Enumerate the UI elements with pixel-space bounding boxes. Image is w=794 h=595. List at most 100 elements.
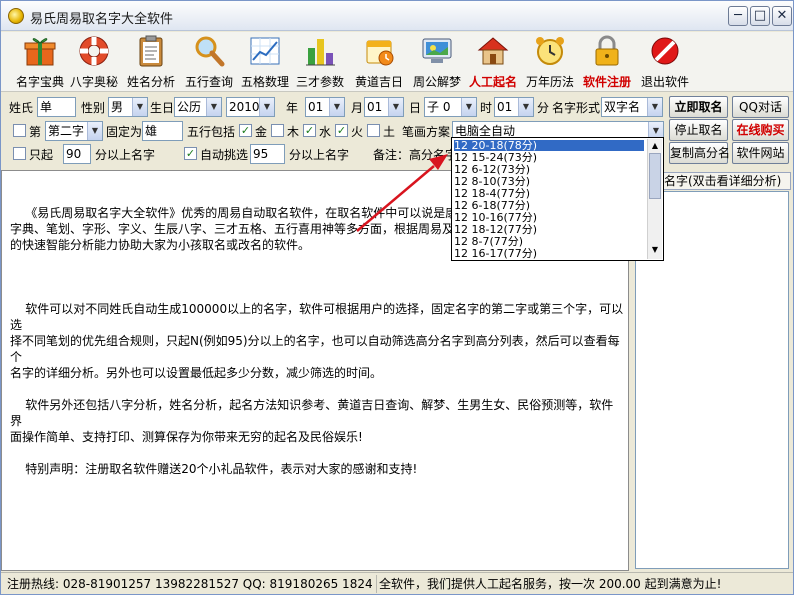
min-score-input[interactable]: 90	[63, 144, 91, 164]
surname-label: 姓氏	[9, 101, 34, 115]
toolbar-button-sancai[interactable]: 三才参数	[293, 34, 347, 90]
wuxing-checkbox-metal[interactable]: ✓	[239, 124, 252, 137]
auto-score-suffix: 分以上名字	[289, 148, 350, 162]
min-score-checkbox[interactable]	[13, 147, 26, 160]
wuxing-checkbox-fire[interactable]: ✓	[335, 124, 348, 137]
monitor-icon	[422, 38, 452, 63]
dropdown-option[interactable]: 12 18-4(77分)	[454, 188, 644, 199]
dropdown-option[interactable]: 12 16-17(77分)	[454, 248, 644, 259]
ordinal-label: 第	[29, 125, 42, 139]
gender-value: 男	[111, 100, 124, 114]
toolbar-button-register[interactable]: 软件注册	[578, 34, 636, 90]
stroke-plan-value: 电脑全自动	[455, 124, 516, 138]
name-list-tab[interactable]: 名字(双击看详细分析)	[661, 172, 791, 190]
line-chart-icon	[250, 37, 280, 65]
ordinal-checkbox[interactable]	[13, 124, 26, 137]
toolbar-label: 五行查询	[184, 75, 233, 89]
calendar-type-select[interactable]: 公历 ▼	[174, 97, 222, 117]
toolbar-button-auspicious-day[interactable]: 黄道吉日	[352, 34, 406, 90]
padlock-icon	[595, 35, 619, 66]
toolbar-button-name-analysis[interactable]: 姓名分析	[124, 34, 178, 90]
toolbar-label: 三才参数	[295, 75, 344, 89]
dropdown-option[interactable]: 12 10-16(77分)	[454, 212, 644, 223]
minute-select[interactable]: 01 ▼	[494, 97, 534, 117]
gift-box-icon	[24, 38, 56, 66]
name-now-button[interactable]: 立即取名	[669, 96, 728, 118]
fixed-label: 固定为	[106, 125, 143, 139]
minute-value: 01	[497, 100, 513, 114]
stroke-plan-dropdown-list[interactable]: 12 20-18(78分) 12 15-24(73分) 12 6-12(73分)…	[451, 137, 664, 261]
maximize-button[interactable]: □	[750, 6, 770, 26]
surname-input[interactable]: 单	[37, 97, 76, 117]
toolbar-label: 五格数理	[240, 75, 289, 89]
minimize-button[interactable]: ─	[728, 6, 748, 26]
toolbar-button-name-dictionary[interactable]: 名字宝典	[13, 34, 67, 90]
month-select[interactable]: 01 ▼	[305, 97, 345, 117]
toolbar-label: 周公解梦	[412, 75, 461, 89]
stop-naming-button[interactable]: 停止取名	[669, 119, 728, 141]
auto-select-checkbox[interactable]: ✓	[184, 147, 197, 160]
qq-chat-button[interactable]: QQ对话	[732, 96, 789, 118]
year-value: 2010	[229, 100, 260, 114]
toolbar-button-wuxing[interactable]: 五行查询	[182, 34, 236, 90]
name-form-label: 名字形式	[552, 101, 601, 115]
month-value: 01	[308, 100, 324, 114]
year-select[interactable]: 2010 ▼	[226, 97, 275, 117]
toolbar-label: 软件注册	[582, 75, 631, 89]
title-bar: 易氏周易取名字大全软件 ─ □ ✕	[1, 1, 793, 31]
toolbar-button-bazi[interactable]: 八字奥秘	[67, 34, 121, 90]
description-paragraph: 软件另外还包括八字分析，姓名分析，起名方法知识参考、黄道吉日查询、解梦、生男生女…	[10, 398, 614, 444]
hour-value: 子 0	[427, 100, 451, 114]
wuxing-checkbox-wood[interactable]	[271, 124, 284, 137]
wuxing-checkbox-earth[interactable]	[367, 124, 380, 137]
dropdown-option[interactable]: 12 6-12(73分)	[454, 164, 644, 175]
day-select[interactable]: 01 ▼	[364, 97, 404, 117]
copy-high-score-button[interactable]: 复制高分名	[669, 142, 730, 164]
scrollbar-thumb[interactable]	[649, 153, 661, 199]
toolbar-button-wuge[interactable]: 五格数理	[238, 34, 292, 90]
name-form-select[interactable]: 双字名 ▼	[601, 97, 663, 117]
dropdown-option[interactable]: 12 15-24(73分)	[454, 152, 644, 163]
chevron-down-icon: ▼	[647, 98, 662, 116]
chevron-down-icon: ▼	[388, 98, 403, 116]
calendar-type-value: 公历	[177, 100, 202, 114]
toolbar-button-manual-naming[interactable]: 人工起名	[464, 34, 522, 90]
software-site-button[interactable]: 软件网站	[732, 142, 789, 164]
character-position-select[interactable]: 第二字 ▼	[45, 121, 103, 141]
dropdown-option[interactable]: 12 18-12(77分)	[454, 224, 644, 235]
chevron-down-icon: ▼	[87, 122, 102, 140]
buy-online-button[interactable]: 在线购买	[732, 119, 789, 141]
hour-select[interactable]: 子 0 ▼	[424, 97, 477, 117]
toolbar-button-dream[interactable]: 周公解梦	[410, 34, 464, 90]
bar-chart-icon	[306, 39, 335, 66]
chevron-down-icon: ▼	[329, 98, 344, 116]
toolbar-label: 人工起名	[468, 75, 517, 89]
house-icon	[477, 37, 509, 65]
wuxing-checkbox-water[interactable]: ✓	[303, 124, 316, 137]
dropdown-option[interactable]: 12 8-10(73分)	[454, 176, 644, 187]
toolbar-button-exit[interactable]: 退出软件	[638, 34, 692, 90]
dropdown-option[interactable]: 12 20-18(78分)	[454, 140, 644, 151]
naming-options-form: 姓氏 单 性别 男 ▼ 生日 公历 ▼ 2010 ▼ 年 01 ▼ 月 01 ▼ 日 子 …	[1, 93, 793, 169]
status-hotline: 注册热线: 028-81901257 13982281527 QQ: 81918…	[7, 577, 372, 591]
main-toolbar: 名字宝典 八字奥秘 姓名分析 五行查询 五格数理 三才参数 黄道吉日 周公解梦 …	[1, 32, 793, 92]
close-button[interactable]: ✕	[772, 6, 792, 26]
stop-sign-icon	[651, 37, 679, 65]
auto-select-label: 自动挑选	[200, 148, 249, 162]
dropdown-option[interactable]: 12 6-18(77分)	[454, 200, 644, 211]
magnifier-icon	[195, 36, 225, 67]
app-window: 易氏周易取名字大全软件 ─ □ ✕ 名字宝典 八字奥秘 姓名分析 五行查询 五格…	[0, 0, 794, 595]
scroll-up-icon[interactable]: ▲	[650, 141, 660, 151]
window-title: 易氏周易取名字大全软件	[30, 12, 174, 27]
dropdown-option[interactable]: 12 8-7(77分)	[454, 236, 644, 247]
chevron-down-icon: ▼	[518, 98, 533, 116]
gender-select[interactable]: 男 ▼	[108, 97, 148, 117]
fixed-character-input[interactable]: 雄	[142, 121, 183, 141]
toolbar-button-perpetual-calendar[interactable]: 万年历法	[523, 34, 577, 90]
wuxing-label-wood: 木	[287, 125, 300, 139]
toolbar-label: 名字宝典	[15, 75, 64, 89]
dropdown-scrollbar[interactable]: ▲ ▼	[647, 139, 662, 259]
min-score-suffix: 分以上名字	[95, 148, 156, 162]
scroll-down-icon[interactable]: ▼	[650, 245, 660, 255]
auto-score-input[interactable]: 95	[250, 144, 285, 164]
